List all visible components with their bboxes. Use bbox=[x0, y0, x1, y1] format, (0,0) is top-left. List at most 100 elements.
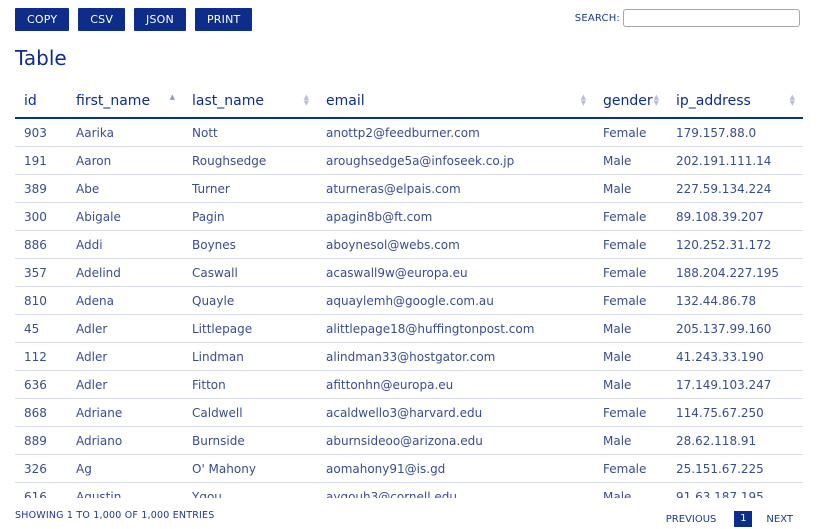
cell-id: 357 bbox=[15, 258, 67, 287]
column-header-label: email bbox=[326, 92, 365, 109]
cell-id: 326 bbox=[15, 454, 67, 483]
search-label: SEARCH: bbox=[574, 12, 620, 24]
column-header-email[interactable]: email ▲ ▼ bbox=[317, 84, 594, 119]
table-row: 886 Addi Boynes aboynesol@webs.com Female 120… bbox=[15, 230, 803, 259]
cell-last-name: Roughsedge bbox=[183, 146, 317, 175]
next-page-button[interactable]: NEXT bbox=[766, 514, 793, 525]
cell-last-name: Turner bbox=[183, 174, 317, 203]
table-row: 636 Adler Fitton afittonhn@europa.eu Male 17.… bbox=[15, 370, 803, 399]
cell-id: 191 bbox=[15, 146, 67, 175]
json-button[interactable]: JSON bbox=[134, 8, 186, 31]
column-header-first-name[interactable]: first_name ▲▼ bbox=[67, 84, 183, 119]
cell-ip-address: 41.243.33.190 bbox=[667, 342, 803, 371]
column-header-id[interactable]: id▲▼ bbox=[15, 84, 67, 119]
table-row: 868 Adriane Caldwell acaldwello3@harvard.ed… bbox=[15, 398, 803, 427]
cell-gender: Female bbox=[594, 202, 667, 231]
cell-last-name: Caswall bbox=[183, 258, 317, 287]
previous-page-button[interactable]: PREVIOUS bbox=[666, 514, 717, 525]
cell-gender: Male bbox=[594, 146, 667, 175]
cell-email: aomahony91@is.gd bbox=[317, 454, 594, 483]
table-row: 45 Adler Littlepage alittlepage18@huffingto… bbox=[15, 314, 803, 343]
cell-gender: Male bbox=[594, 482, 667, 498]
cell-id: 112 bbox=[15, 342, 67, 371]
cell-first-name: Abigale bbox=[67, 202, 183, 231]
cell-gender: Female bbox=[594, 286, 667, 315]
table-row: 191 Aaron Roughsedge aroughsedge5a@infoseek… bbox=[15, 146, 803, 175]
print-button[interactable]: PRINT bbox=[194, 8, 253, 31]
cell-first-name: Adelind bbox=[67, 258, 183, 287]
cell-email: aquaylemh@google.com.au bbox=[317, 286, 594, 315]
column-header-label: first_name bbox=[76, 92, 151, 109]
cell-last-name: Quayle bbox=[183, 286, 317, 315]
table-row: 300 Abigale Pagin apagin8b@ft.com Female 89.1… bbox=[15, 202, 803, 231]
cell-gender: Male bbox=[594, 174, 667, 203]
cell-id: 889 bbox=[15, 426, 67, 455]
copy-button[interactable]: COPY bbox=[15, 8, 70, 31]
cell-first-name: Addi bbox=[67, 230, 183, 259]
cell-last-name: Fitton bbox=[183, 370, 317, 399]
cell-first-name: Aarika bbox=[67, 118, 183, 147]
cell-email: aygouh3@cornell.edu bbox=[317, 482, 594, 498]
cell-email: acaswall9w@europa.eu bbox=[317, 258, 594, 287]
cell-ip-address: 227.59.134.224 bbox=[667, 174, 803, 203]
cell-first-name: Adler bbox=[67, 370, 183, 399]
cell-gender: Male bbox=[594, 370, 667, 399]
cell-last-name: Ygou bbox=[183, 482, 317, 498]
pagination: PREVIOUS 1 NEXT bbox=[666, 511, 793, 527]
cell-id: 868 bbox=[15, 398, 67, 427]
cell-email: anottp2@feedburner.com bbox=[317, 118, 594, 147]
table-scroll-area[interactable]: id▲▼first_name▲▼last_name▲▼email▲▼gender… bbox=[15, 84, 803, 498]
table-row: 326 Ag O' Mahony aomahony91@is.gd Female 25.1… bbox=[15, 454, 803, 483]
cell-ip-address: 28.62.118.91 bbox=[667, 426, 803, 455]
page-title: Table bbox=[15, 46, 67, 70]
data-table: id▲▼first_name▲▼last_name▲▼email▲▼gender… bbox=[15, 84, 803, 498]
cell-ip-address: 179.157.88.0 bbox=[667, 118, 803, 147]
cell-gender: Female bbox=[594, 258, 667, 287]
cell-ip-address: 91.63.187.195 bbox=[667, 482, 803, 498]
cell-email: alindman33@hostgator.com bbox=[317, 342, 594, 371]
cell-id: 810 bbox=[15, 286, 67, 315]
cell-gender: Female bbox=[594, 230, 667, 259]
cell-last-name: Boynes bbox=[183, 230, 317, 259]
column-header-gender[interactable]: gender ▲ ▼ bbox=[594, 84, 667, 119]
table-body: 903 Aarika Nott anottp2@feedburner.com Femal… bbox=[15, 118, 803, 498]
cell-gender: Female bbox=[594, 454, 667, 483]
cell-first-name: Adriano bbox=[67, 426, 183, 455]
page-1-button[interactable]: 1 bbox=[734, 511, 753, 527]
table-header-row: id▲▼first_name▲▼last_name▲▼email▲▼gender… bbox=[15, 84, 803, 119]
cell-first-name: Adriane bbox=[67, 398, 183, 427]
table-row: 357 Adelind Caswall acaswall9w@europa.eu Fem… bbox=[15, 258, 803, 287]
cell-last-name: Caldwell bbox=[183, 398, 317, 427]
cell-ip-address: 25.151.67.225 bbox=[667, 454, 803, 483]
cell-id: 636 bbox=[15, 370, 67, 399]
csv-button[interactable]: CSV bbox=[78, 8, 126, 31]
cell-email: acaldwello3@harvard.edu bbox=[317, 398, 594, 427]
cell-first-name: Adena bbox=[67, 286, 183, 315]
cell-email: apagin8b@ft.com bbox=[317, 202, 594, 231]
table-row: 903 Aarika Nott anottp2@feedburner.com Femal… bbox=[15, 118, 803, 147]
table-row: 810 Adena Quayle aquaylemh@google.com.au Fem… bbox=[15, 286, 803, 315]
cell-id: 616 bbox=[15, 482, 67, 498]
cell-gender: Male bbox=[594, 426, 667, 455]
cell-ip-address: 120.252.31.172 bbox=[667, 230, 803, 259]
cell-last-name: Pagin bbox=[183, 202, 317, 231]
sort-icon: ▲ ▼ bbox=[653, 93, 659, 107]
cell-first-name: Ag bbox=[67, 454, 183, 483]
table-row: 389 Abe Turner aturneras@elpais.com Male 227.… bbox=[15, 174, 803, 203]
cell-last-name: Lindman bbox=[183, 342, 317, 371]
cell-id: 300 bbox=[15, 202, 67, 231]
table-row: 889 Adriano Burnside aburnsideoo@arizona.ed… bbox=[15, 426, 803, 455]
cell-gender: Female bbox=[594, 118, 667, 147]
cell-ip-address: 188.204.227.195 bbox=[667, 258, 803, 287]
cell-ip-address: 89.108.39.207 bbox=[667, 202, 803, 231]
cell-gender: Male bbox=[594, 314, 667, 343]
cell-first-name: Aaron bbox=[67, 146, 183, 175]
entries-info: SHOWING 1 TO 1,000 OF 1,000 ENTRIES bbox=[15, 510, 215, 521]
cell-id: 389 bbox=[15, 174, 67, 203]
column-header-last-name[interactable]: last_name ▲ ▼ bbox=[183, 84, 317, 119]
cell-last-name: Nott bbox=[183, 118, 317, 147]
cell-ip-address: 17.149.103.247 bbox=[667, 370, 803, 399]
search-input[interactable] bbox=[623, 9, 800, 27]
sort-icon: ▲ ▼ bbox=[789, 93, 795, 107]
column-header-ip-address[interactable]: ip_address ▲ ▼ bbox=[667, 84, 803, 119]
